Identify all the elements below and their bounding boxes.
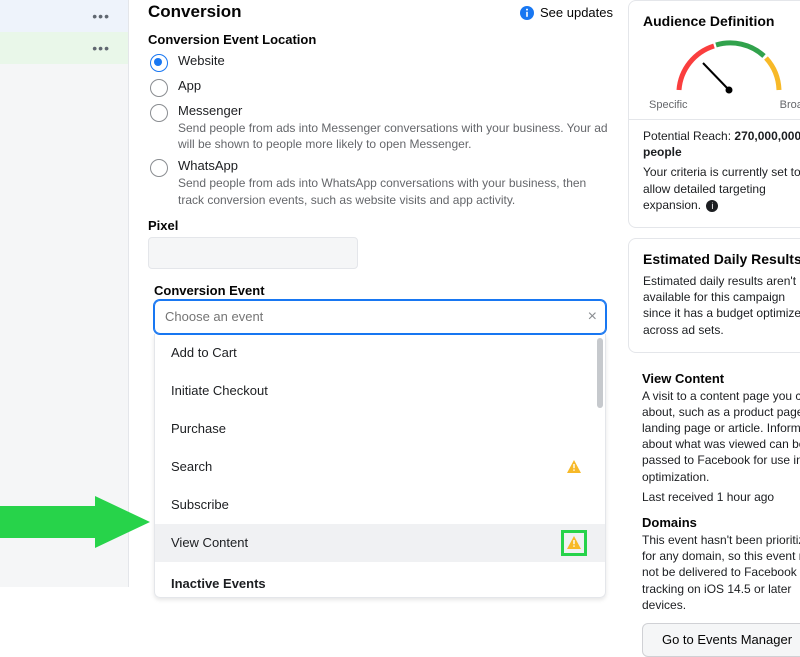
sidebar-row[interactable]: ••• (0, 0, 128, 32)
option-label: Purchase (171, 421, 226, 436)
radio-website[interactable]: Website (150, 53, 613, 72)
main-form: Conversion Conversion Event Location Web… (148, 2, 613, 598)
more-icon[interactable]: ••• (92, 8, 110, 24)
est-title: Estimated Daily Results (643, 251, 800, 267)
divider (629, 119, 800, 120)
dropdown-option-add-to-cart[interactable]: Add to Cart (155, 334, 605, 372)
vertical-divider (128, 0, 129, 587)
gauge-specific: Specific (649, 99, 688, 111)
pixel-select[interactable] (148, 237, 358, 269)
radio-help: Send people from ads into WhatsApp conve… (178, 175, 613, 207)
event-tooltip: View Content A visit to a content page y… (628, 363, 800, 657)
help-icon[interactable]: i (706, 200, 718, 212)
radio-label: Messenger (178, 103, 613, 118)
domains-title: Domains (642, 515, 800, 530)
section-title: Conversion (148, 2, 613, 22)
warning-icon (567, 460, 581, 473)
conversion-event-combobox[interactable]: × (154, 300, 606, 334)
option-label: Search (171, 459, 212, 474)
sidebar-row[interactable]: ••• (0, 32, 128, 64)
dropdown-option-subscribe[interactable]: Subscribe (155, 486, 605, 524)
tooltip-last: Last received 1 hour ago (642, 489, 800, 505)
more-icon[interactable]: ••• (92, 40, 110, 56)
tooltip-desc: A visit to a content page you care about… (642, 388, 800, 485)
option-label: Subscribe (171, 497, 229, 512)
right-panel: Audience Definition Specific Broad Poten… (628, 0, 800, 587)
estimated-results-card: Estimated Daily Results Estimated daily … (628, 238, 800, 353)
conversion-event-dropdown: Add to Cart Initiate Checkout Purchase S… (154, 334, 606, 598)
radio-app[interactable]: App (150, 78, 613, 97)
gauge-broad: Broad (780, 99, 800, 111)
left-sidebar: ••• ••• (0, 0, 128, 587)
est-text: Estimated daily results aren't available… (643, 273, 800, 338)
radio-help: Send people from ads into Messenger conv… (178, 120, 613, 152)
option-label: View Content (171, 535, 248, 550)
radio-button[interactable] (150, 54, 168, 72)
option-label: Add to Cart (171, 345, 237, 360)
tooltip-title: View Content (642, 371, 800, 386)
conversion-event-label: Conversion Event (154, 283, 613, 298)
radio-button[interactable] (150, 104, 168, 122)
option-label: Initiate Checkout (171, 383, 268, 398)
pixel-label: Pixel (148, 218, 613, 233)
radio-label: WhatsApp (178, 158, 613, 173)
event-location-label: Conversion Event Location (148, 32, 613, 47)
audience-card: Audience Definition Specific Broad Poten… (628, 0, 800, 228)
gauge-icon (669, 35, 789, 95)
reach-label: Potential Reach: (643, 129, 731, 143)
inactive-events-label: Inactive Events (155, 562, 605, 597)
dropdown-option-purchase[interactable]: Purchase (155, 410, 605, 448)
events-manager-button[interactable]: Go to Events Manager (642, 623, 800, 657)
radio-messenger[interactable]: Messenger Send people from ads into Mess… (150, 103, 613, 152)
radio-button[interactable] (150, 79, 168, 97)
radio-button[interactable] (150, 159, 168, 177)
dropdown-option-search[interactable]: Search (155, 448, 605, 486)
button-label: Go to Events Manager (662, 632, 792, 647)
audience-title: Audience Definition (643, 13, 800, 29)
radio-label: App (178, 78, 613, 93)
dropdown-option-view-content[interactable]: View Content (155, 524, 605, 562)
radio-whatsapp[interactable]: WhatsApp Send people from ads into Whats… (150, 158, 613, 207)
domains-text: This event hasn't been prioritized for a… (642, 532, 800, 613)
criteria-text: Your criteria is currently set to allow … (643, 165, 800, 211)
warning-icon (567, 536, 581, 549)
radio-label: Website (178, 53, 613, 68)
dropdown-option-initiate-checkout[interactable]: Initiate Checkout (155, 372, 605, 410)
clear-icon[interactable]: × (588, 308, 597, 326)
conversion-event-input[interactable] (165, 309, 588, 324)
